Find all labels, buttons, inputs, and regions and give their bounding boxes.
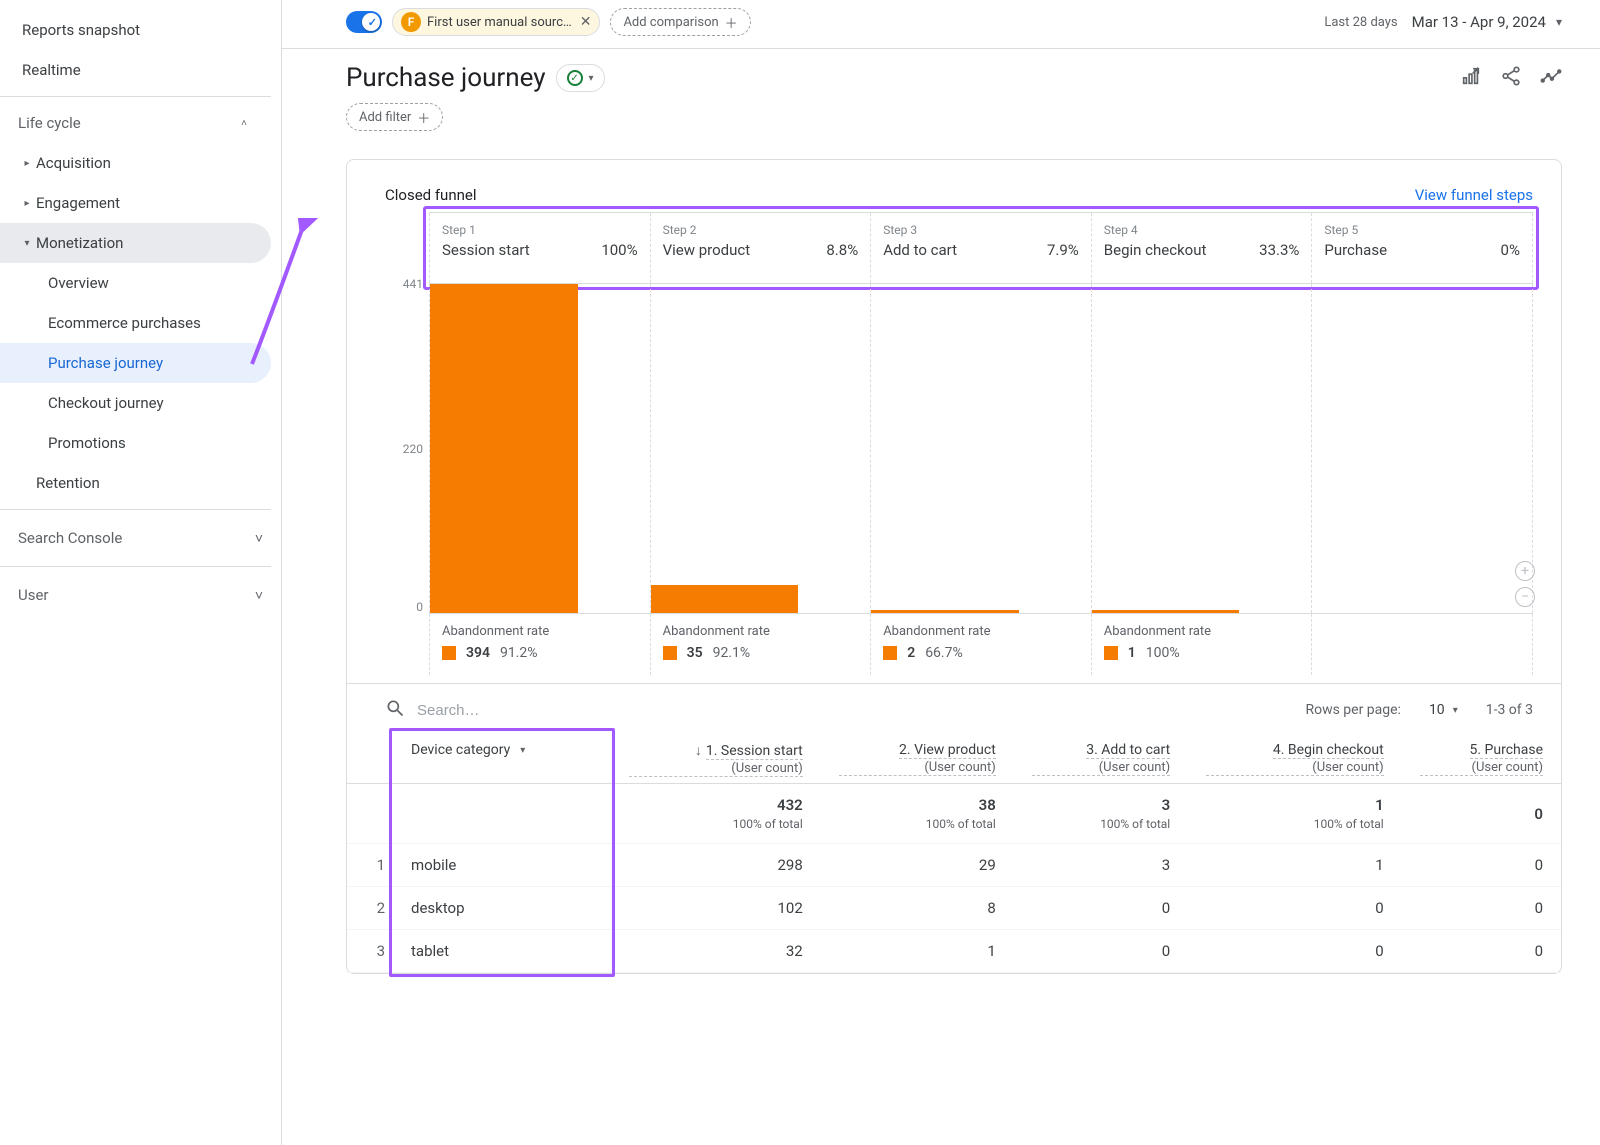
share-icon[interactable] (1500, 65, 1522, 91)
abandonment-cell: Abandonment rate 1100% (1092, 614, 1313, 675)
funnel-bar-column (1312, 284, 1533, 613)
customize-report-icon[interactable] (1460, 65, 1482, 91)
comparison-toggle[interactable]: ✓ (346, 11, 382, 33)
nav-search-console[interactable]: Search Console ˅ (0, 516, 281, 560)
date-range-picker[interactable]: Last 28 days Mar 13 - Apr 9, 2024 ▾ (1324, 13, 1562, 31)
funnel-title: Closed funnel (385, 186, 477, 204)
dimension-header[interactable]: Device category▾ (393, 732, 611, 784)
divider (0, 566, 271, 567)
chip-label: First user manual sourc… (427, 15, 572, 30)
chevron-down-icon: ˅ (255, 587, 263, 604)
funnel-step[interactable]: Step 2 View product 8.8% (651, 213, 872, 283)
nav-reports-snapshot[interactable]: Reports snapshot (0, 10, 271, 50)
y-axis: 4412200 (375, 284, 429, 614)
funnel-step[interactable]: Step 1 Session start 100% (429, 213, 651, 283)
nav-overview[interactable]: Overview (0, 263, 271, 303)
main: ✓ F First user manual sourc… ✕ Add compa… (282, 0, 1600, 1145)
table-row[interactable]: 1mobile29829310 (347, 844, 1561, 887)
caret-down-icon: ▾ (18, 238, 36, 249)
funnel-bar-column (1092, 284, 1313, 613)
funnel-bar (871, 610, 1019, 613)
page-title: Purchase journey (346, 63, 546, 93)
header: ✓ F First user manual sourc… ✕ Add compa… (282, 0, 1600, 49)
chevron-down-icon: ▾ (589, 73, 594, 84)
search-icon (385, 698, 405, 722)
funnel-step[interactable]: Step 4 Begin checkout 33.3% (1092, 213, 1313, 283)
table-row[interactable]: 2desktop1028000 (347, 887, 1561, 930)
nav-realtime[interactable]: Realtime (0, 50, 271, 90)
chevron-down-icon: ▾ (1453, 705, 1458, 716)
add-filter-button[interactable]: Add filter ＋ (346, 103, 443, 131)
nav-acquisition[interactable]: ▸ Acquisition (0, 143, 271, 183)
abandonment-cell: Abandonment rate 266.7% (871, 614, 1092, 675)
nav-retention[interactable]: Retention (0, 463, 271, 503)
funnel-step[interactable]: Step 3 Add to cart 7.9% (871, 213, 1092, 283)
table-controls: Rows per page: 10 ▾ 1-3 of 3 (347, 683, 1561, 732)
metric-header[interactable]: 3. Add to cart(User count) (1014, 732, 1188, 784)
sort-desc-icon: ↓ (695, 743, 702, 759)
funnel-bar-column (871, 284, 1092, 613)
funnel-bar (1092, 610, 1240, 613)
nav-ecommerce-purchases[interactable]: Ecommerce purchases (0, 303, 271, 343)
metric-header[interactable]: ↓1. Session start(User count) (611, 732, 820, 784)
metric-header[interactable]: 2. View product(User count) (821, 732, 1014, 784)
close-icon[interactable]: ✕ (580, 14, 592, 30)
report-status-pill[interactable]: ✓ ▾ (556, 64, 605, 92)
nav-user[interactable]: User ˅ (0, 573, 281, 617)
title-actions (1460, 65, 1562, 91)
nav-promotions[interactable]: Promotions (0, 423, 271, 463)
pagination-counter: 1-3 of 3 (1486, 702, 1533, 718)
caret-right-icon: ▸ (18, 158, 36, 169)
metric-header[interactable]: 4. Begin checkout(User count) (1188, 732, 1402, 784)
abandonment-cell (1312, 614, 1533, 675)
nav-monetization[interactable]: ▾ Monetization (0, 223, 271, 263)
table-row[interactable]: 3tablet321000 (347, 930, 1561, 973)
abandonment-cell: Abandonment rate 3592.1% (651, 614, 872, 675)
divider (0, 96, 271, 97)
insights-icon[interactable] (1540, 65, 1562, 91)
metric-header[interactable]: 5. Purchase(User count) (1402, 732, 1561, 784)
funnel-bar-column (651, 284, 872, 613)
divider (0, 509, 271, 510)
chevron-up-icon: ˄ (235, 118, 253, 129)
nav-checkout-journey[interactable]: Checkout journey (0, 383, 271, 423)
chip-badge: F (401, 12, 421, 32)
plus-icon: ＋ (725, 13, 738, 32)
device-category-table: Device category▾↓1. Session start(User c… (347, 732, 1561, 973)
sidebar: Reports snapshot Realtime Life cycle ˄ ▸… (0, 0, 282, 1145)
funnel-bar-chart: + − (429, 284, 1533, 614)
search-input[interactable] (415, 701, 715, 720)
chevron-down-icon: ▾ (520, 745, 525, 756)
rows-per-page-select[interactable]: 10 ▾ (1429, 702, 1458, 718)
chevron-down-icon: ▾ (1556, 15, 1562, 29)
abandonment-cell: Abandonment rate 39491.2% (429, 614, 651, 675)
segment-chip[interactable]: F First user manual sourc… ✕ (392, 8, 600, 36)
zoom-in-button[interactable]: + (1515, 561, 1535, 581)
funnel-bar (430, 284, 578, 613)
rows-per-page-label: Rows per page: (1305, 702, 1400, 718)
funnel-card: Closed funnel View funnel steps Step 1 S… (346, 159, 1562, 974)
caret-right-icon: ▸ (18, 198, 36, 209)
nav-group-life-cycle[interactable]: Life cycle ˄ (0, 103, 271, 143)
add-comparison-button[interactable]: Add comparison ＋ (610, 8, 750, 36)
nav-engagement[interactable]: ▸ Engagement (0, 183, 271, 223)
zoom-out-button[interactable]: − (1515, 587, 1535, 607)
funnel-bar (651, 585, 799, 613)
plus-icon: ＋ (417, 108, 430, 127)
funnel-step[interactable]: Step 5 Purchase 0% (1312, 213, 1533, 283)
view-funnel-steps-link[interactable]: View funnel steps (1415, 186, 1533, 204)
check-circle-icon: ✓ (567, 70, 583, 86)
title-row: Purchase journey ✓ ▾ (282, 49, 1600, 97)
nav-purchase-journey[interactable]: Purchase journey (0, 343, 271, 383)
chevron-down-icon: ˅ (255, 530, 263, 547)
funnel-bar-column (429, 284, 651, 613)
